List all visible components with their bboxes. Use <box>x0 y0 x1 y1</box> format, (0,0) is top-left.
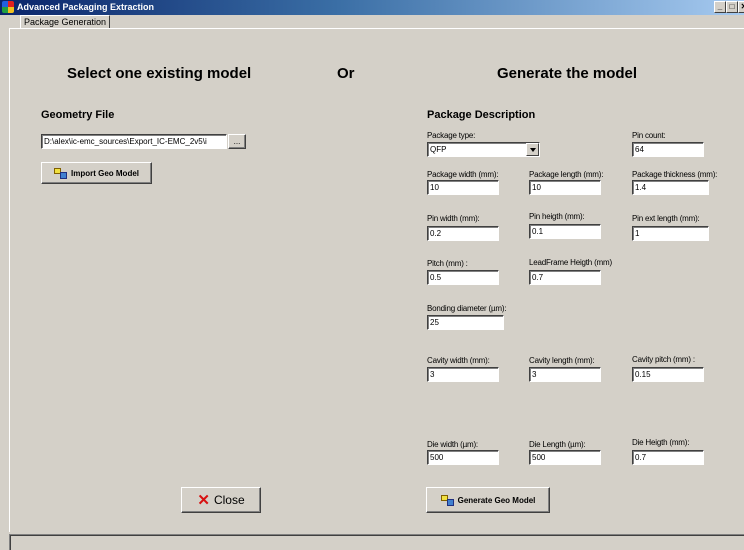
cavity-pitch-input[interactable]: 0.15 <box>632 367 704 382</box>
close-button-label: Close <box>213 493 245 507</box>
pin-count-input[interactable]: 64 <box>632 142 704 157</box>
chevron-down-icon[interactable] <box>526 143 539 156</box>
import-geo-model-button[interactable]: Import Geo Model <box>41 162 152 184</box>
title-bar: Advanced Packaging Extraction _ □ ✕ <box>0 0 744 15</box>
package-length-input[interactable]: 10 <box>529 180 601 195</box>
pin-count-label: Pin count: <box>632 131 666 140</box>
bonding-diameter-input[interactable]: 25 <box>427 315 504 330</box>
close-button[interactable]: ✕ Close <box>181 487 261 513</box>
die-height-input[interactable]: 0.7 <box>632 450 704 465</box>
generate-geo-model-label: Generate Geo Model <box>457 495 536 505</box>
select-model-heading: Select one existing model <box>67 65 252 82</box>
import-geo-model-label: Import Geo Model <box>71 168 139 178</box>
package-length-label: Package length (mm): <box>529 170 604 179</box>
pitch-label: Pitch (mm) : <box>427 259 468 268</box>
pin-ext-length-label: Pin ext length (mm): <box>632 214 700 223</box>
window-close-button[interactable]: ✕ <box>738 1 744 13</box>
package-width-label: Package width (mm): <box>427 170 499 179</box>
geometry-file-label: Geometry File <box>41 109 115 121</box>
leadframe-height-label: LeadFrame Heigth (mm) <box>529 258 612 267</box>
die-width-label: Die width (µm): <box>427 440 478 449</box>
window-title: Advanced Packaging Extraction <box>17 2 155 12</box>
tab-package-generation[interactable]: Package Generation <box>20 15 111 29</box>
cavity-pitch-label: Cavity pitch (mm) : <box>632 355 695 364</box>
maximize-button[interactable]: □ <box>726 1 738 13</box>
geo-model-icon <box>440 494 454 506</box>
app-icon <box>2 1 14 13</box>
pin-height-label: Pin heigth (mm): <box>529 212 585 221</box>
pitch-input[interactable]: 0.5 <box>427 270 499 285</box>
geometry-file-input[interactable]: D:\alex\ic-emc_sources\Export_IC-EMC_2v5… <box>41 134 227 149</box>
leadframe-height-input[interactable]: 0.7 <box>529 270 601 285</box>
status-bar <box>9 534 744 550</box>
pin-width-input[interactable]: 0.2 <box>427 226 499 241</box>
pin-width-label: Pin width (mm): <box>427 214 480 223</box>
bonding-diameter-label: Bonding diameter (µm): <box>427 304 507 313</box>
package-description-label: Package Description <box>427 109 536 121</box>
package-type-select[interactable]: QFP <box>427 142 540 157</box>
package-type-value: QFP <box>430 145 447 154</box>
generate-geo-model-button[interactable]: Generate Geo Model <box>426 487 550 513</box>
package-type-label: Package type: <box>427 131 476 140</box>
die-length-label: Die Length (µm): <box>529 440 586 449</box>
cavity-width-label: Cavity width (mm): <box>427 356 490 365</box>
pin-height-input[interactable]: 0.1 <box>529 224 601 239</box>
package-width-input[interactable]: 10 <box>427 180 499 195</box>
die-height-label: Die Heigth (mm): <box>632 438 690 447</box>
cavity-length-label: Cavity length (mm): <box>529 356 595 365</box>
pin-ext-length-input[interactable]: 1 <box>632 226 709 241</box>
geo-model-icon <box>54 167 67 179</box>
cavity-width-input[interactable]: 3 <box>427 367 499 382</box>
browse-button[interactable]: ... <box>228 134 246 149</box>
or-label: Or <box>337 65 355 82</box>
package-thickness-input[interactable]: 1.4 <box>632 180 709 195</box>
die-length-input[interactable]: 500 <box>529 450 601 465</box>
cavity-length-input[interactable]: 3 <box>529 367 601 382</box>
die-width-input[interactable]: 500 <box>427 450 499 465</box>
close-x-icon: ✕ <box>197 491 210 509</box>
generate-model-heading: Generate the model <box>497 65 638 82</box>
minimize-button[interactable]: _ <box>714 1 726 13</box>
package-thickness-label: Package thickness (mm): <box>632 170 718 179</box>
